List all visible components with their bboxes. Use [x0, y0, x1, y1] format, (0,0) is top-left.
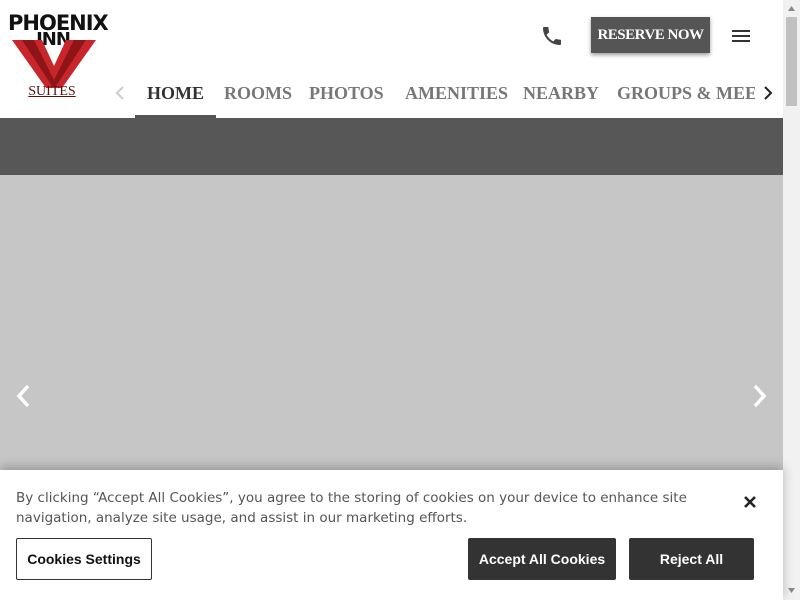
scroll-down-arrow-icon[interactable] [787, 586, 796, 595]
nav-item-rooms[interactable]: ROOMS [212, 72, 304, 118]
nav-item-nearby[interactable]: NEARBY [511, 72, 611, 118]
reject-all-button[interactable]: Reject All [629, 538, 754, 580]
hero-carousel [0, 175, 783, 470]
site-header: PHOENIX INN SUITES RESERVE NOW HOME ROOM… [0, 0, 783, 118]
nav-item-amenities[interactable]: AMENITIES [393, 72, 520, 118]
carousel-prev-icon[interactable] [11, 382, 37, 410]
cookies-settings-button[interactable]: Cookies Settings [16, 538, 152, 580]
nav-scroll-left-icon[interactable] [110, 82, 130, 104]
hero-top-band [0, 118, 783, 175]
reserve-now-button[interactable]: RESERVE NOW [591, 17, 710, 53]
nav-item-photos[interactable]: PHOTOS [297, 72, 396, 118]
close-icon[interactable] [738, 490, 762, 514]
nav-scroll-right-icon[interactable] [758, 82, 778, 104]
main-nav: HOME ROOMS PHOTOS AMENITIES NEARBY GROUP… [0, 72, 783, 118]
page-scrollbar[interactable] [783, 0, 800, 600]
scroll-up-arrow-icon[interactable] [787, 4, 796, 13]
cookie-consent-banner: By clicking “Accept All Cookies”, you ag… [0, 470, 783, 600]
accept-all-cookies-button[interactable]: Accept All Cookies [468, 538, 616, 580]
nav-item-groups-meetings[interactable]: GROUPS & MEETINGS [605, 72, 755, 118]
nav-track: HOME ROOMS PHOTOS AMENITIES NEARBY GROUP… [135, 72, 755, 118]
hamburger-menu-icon[interactable] [729, 24, 753, 48]
cookie-consent-text: By clicking “Accept All Cookies”, you ag… [16, 490, 687, 526]
scroll-thumb[interactable] [786, 17, 797, 106]
phone-icon[interactable] [540, 24, 564, 48]
carousel-next-icon[interactable] [746, 382, 772, 410]
nav-item-home[interactable]: HOME [135, 72, 216, 118]
